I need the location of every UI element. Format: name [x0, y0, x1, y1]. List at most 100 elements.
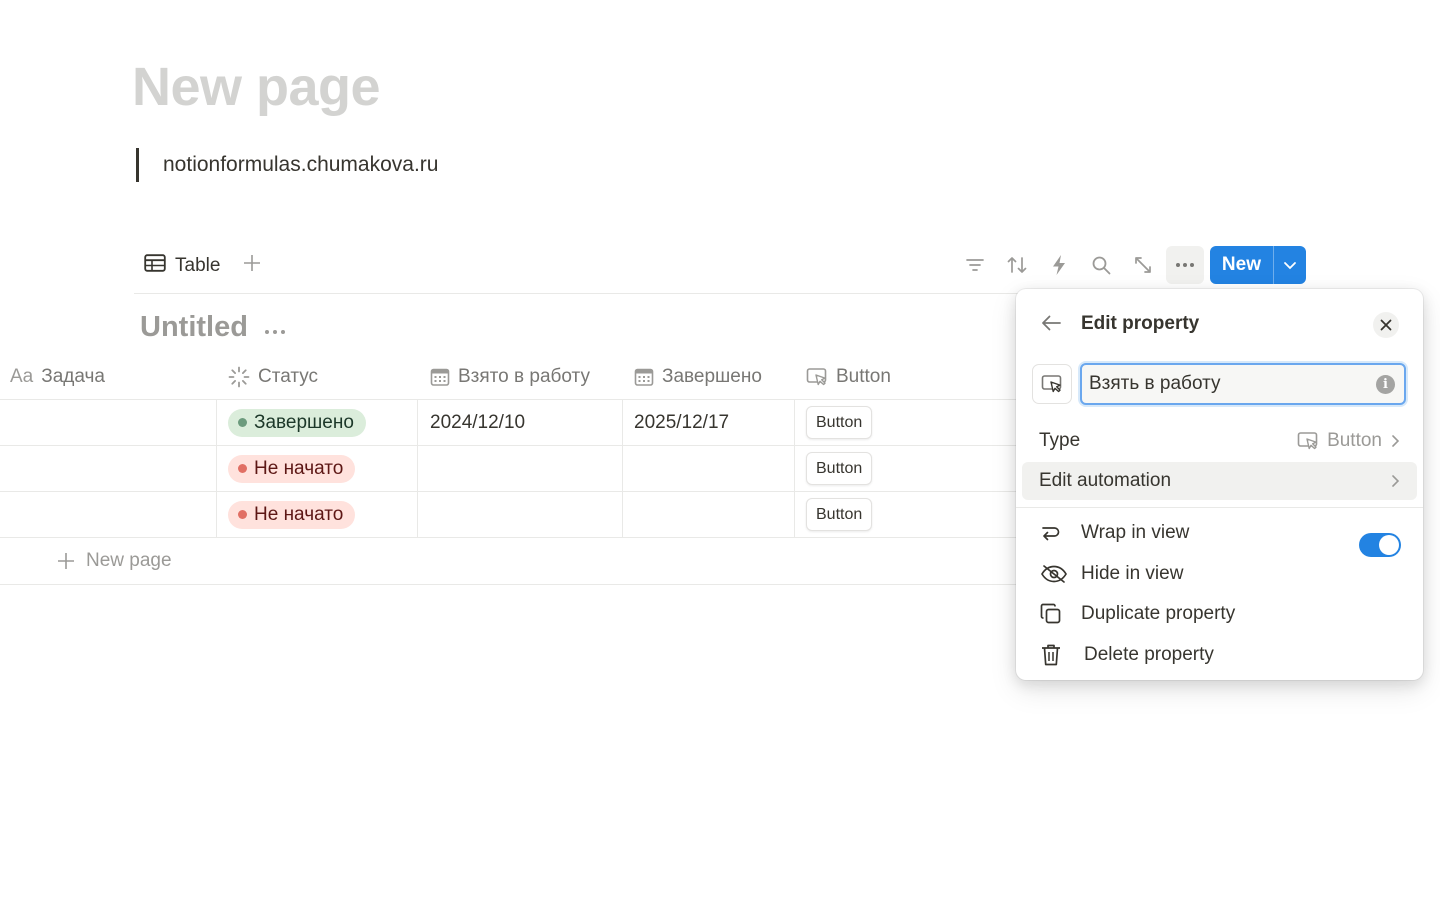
row-action-button[interactable]: Button — [806, 406, 873, 439]
status-cell[interactable]: Не начато — [228, 492, 356, 537]
column-header-task[interactable]: Aa Задача — [10, 354, 105, 400]
trash-icon — [1040, 643, 1070, 667]
filter-button[interactable] — [954, 246, 996, 284]
column-label: Задача — [41, 366, 105, 387]
tab-table[interactable]: Table — [144, 254, 220, 278]
database-table: Aa Задача Статус Взято в работу Завершен… — [0, 354, 1020, 585]
search-button[interactable] — [1080, 246, 1122, 284]
more-icon — [1175, 263, 1194, 267]
tab-label: Table — [175, 255, 221, 276]
filter-icon — [966, 259, 984, 271]
table-row[interactable]: Не начато Button — [0, 492, 1020, 538]
status-cell[interactable]: Завершено — [228, 400, 366, 445]
row-action-button[interactable]: Button — [806, 452, 873, 485]
column-label: Статус — [258, 366, 319, 387]
expand-button[interactable] — [1122, 246, 1164, 284]
search-icon — [1092, 256, 1111, 275]
duplicate-property-item[interactable]: Duplicate property — [1022, 595, 1417, 633]
panel-title: Edit property — [1081, 313, 1200, 334]
automation-button[interactable] — [1038, 246, 1080, 284]
chevron-right-icon — [1392, 435, 1400, 447]
property-name-input[interactable] — [1080, 363, 1406, 405]
new-button[interactable]: New — [1210, 246, 1273, 284]
calendar-icon — [430, 368, 450, 386]
wrap-toggle[interactable] — [1359, 533, 1401, 557]
hide-in-view-item[interactable]: Hide in view — [1022, 555, 1417, 593]
title-icon: Aa — [10, 366, 34, 387]
view-toolbar: New — [954, 246, 1306, 284]
database-title: Untitled — [140, 311, 286, 344]
button-icon — [806, 368, 827, 386]
page-title[interactable]: New page — [132, 56, 381, 118]
delete-property-item[interactable]: Delete property — [1022, 636, 1417, 674]
sort-icon — [1007, 257, 1027, 273]
new-page-label: New page — [86, 550, 172, 571]
back-button[interactable] — [1040, 313, 1062, 338]
column-label: Завершено — [662, 366, 762, 387]
duplicate-icon — [1040, 602, 1070, 626]
column-label: Button — [836, 366, 891, 387]
info-icon[interactable]: i — [1376, 375, 1395, 394]
table-row[interactable]: Не начато Button — [0, 446, 1020, 492]
column-header-button[interactable]: Button — [806, 354, 891, 400]
new-page-row[interactable]: New page — [0, 538, 1020, 585]
wrap-in-view-item[interactable]: Wrap in view — [1022, 514, 1417, 552]
status-text: Не начато — [254, 503, 344, 525]
button-cell: Button — [806, 400, 873, 445]
close-icon — [1380, 319, 1392, 331]
chevron-right-icon — [1392, 475, 1400, 487]
button-icon — [1297, 432, 1318, 450]
page-quote[interactable]: notionformulas.chumakova.ru — [136, 148, 438, 182]
new-dropdown-button[interactable] — [1273, 246, 1306, 284]
wrap-label: Wrap in view — [1081, 522, 1190, 543]
status-cell[interactable]: Не начато — [228, 446, 356, 491]
plus-icon — [244, 255, 260, 271]
column-header-taken[interactable]: Взято в работу — [430, 354, 590, 400]
button-cell: Button — [806, 492, 873, 537]
new-button-group: New — [1209, 246, 1306, 284]
completed-date-cell[interactable]: 2025/12/17 — [634, 400, 729, 445]
calendar-icon — [634, 368, 654, 386]
table-icon — [144, 254, 166, 278]
close-button[interactable] — [1373, 312, 1399, 338]
more-icon — [264, 329, 285, 334]
plus-icon — [58, 553, 74, 569]
edit-automation-row[interactable]: Edit automation — [1022, 462, 1417, 500]
panel-header: Edit property — [1016, 307, 1423, 343]
panel-divider — [1016, 507, 1423, 508]
edit-automation-label: Edit automation — [1039, 470, 1172, 491]
column-header-completed[interactable]: Завершено — [634, 354, 762, 400]
edit-property-panel: Edit property i Type Button Edit automat… — [1016, 289, 1423, 680]
column-label: Взято в работу — [458, 366, 590, 387]
column-header-status[interactable]: Статус — [228, 354, 318, 400]
database-title-text[interactable]: Untitled — [140, 311, 248, 344]
sort-button[interactable] — [996, 246, 1038, 284]
status-badge: Не начато — [228, 500, 356, 529]
status-text: Завершено — [254, 411, 354, 433]
table-header: Aa Задача Статус Взято в работу Завершен… — [0, 354, 1020, 400]
status-text: Не начато — [254, 457, 344, 479]
type-value: Button — [1327, 430, 1382, 451]
type-label: Type — [1039, 430, 1081, 451]
status-badge: Не начато — [228, 454, 356, 483]
row-action-button[interactable]: Button — [806, 498, 873, 531]
button-cell: Button — [806, 446, 873, 491]
property-type-row[interactable]: Type Button — [1022, 422, 1417, 460]
status-icon — [228, 366, 250, 388]
property-icon-picker[interactable] — [1032, 364, 1072, 404]
duplicate-label: Duplicate property — [1081, 603, 1236, 624]
button-icon — [1041, 375, 1062, 393]
expand-icon — [1135, 257, 1151, 273]
delete-label: Delete property — [1084, 644, 1214, 665]
database-more-button[interactable] — [264, 315, 286, 341]
chevron-down-icon — [1284, 262, 1296, 270]
arrow-left-icon — [1042, 315, 1061, 331]
taken-date-cell[interactable]: 2024/12/10 — [430, 400, 525, 445]
status-badge: Завершено — [228, 408, 366, 437]
more-button[interactable] — [1165, 246, 1204, 284]
add-view-button[interactable] — [242, 252, 262, 280]
wrap-icon — [1040, 521, 1070, 545]
hide-label: Hide in view — [1081, 563, 1184, 584]
table-row[interactable]: Завершено 2024/12/10 2025/12/17 Button — [0, 400, 1020, 446]
view-bar: Table New — [134, 246, 1306, 294]
